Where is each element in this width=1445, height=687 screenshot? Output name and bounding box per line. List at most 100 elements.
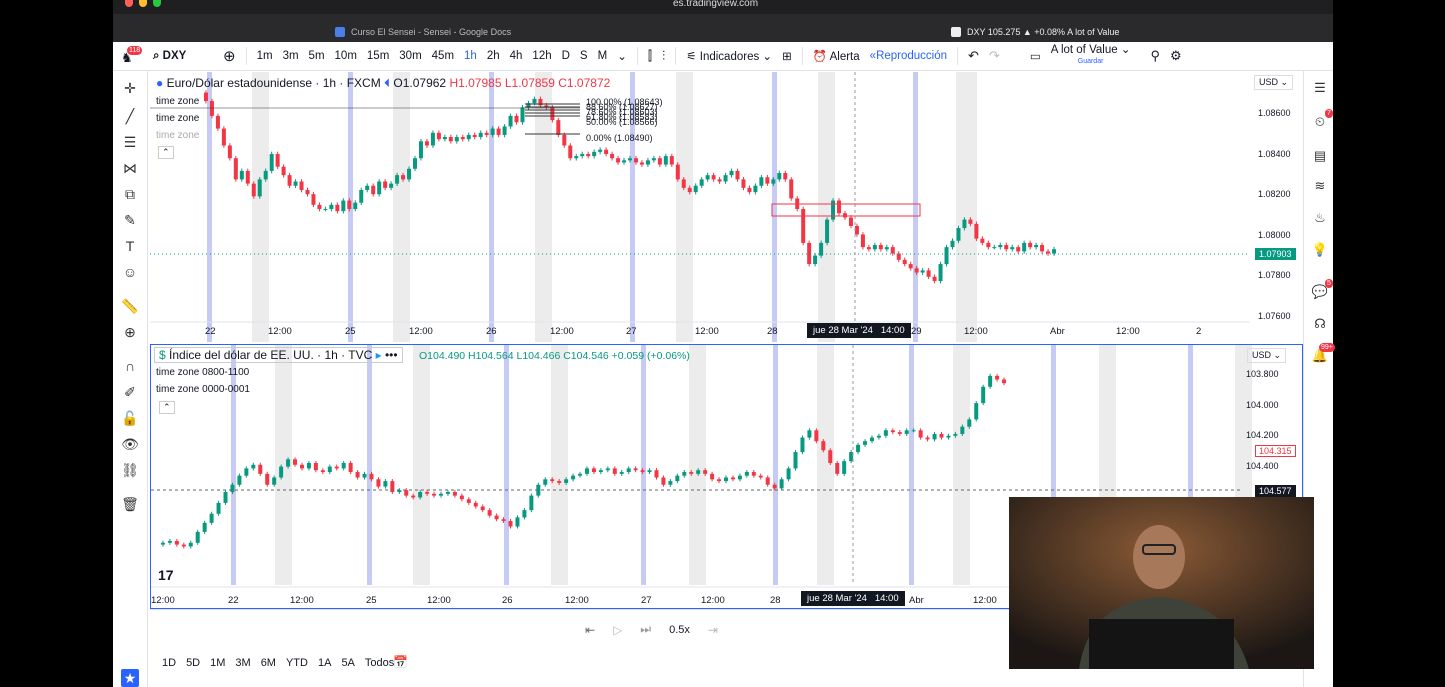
indicators-button[interactable]: ⚟ Indicadores ⌄ [681,49,777,63]
jump-start-icon[interactable]: ⇤ [585,623,595,637]
interval-M[interactable]: M [593,50,613,62]
emoji-icon[interactable]: ☺ [121,263,139,281]
candle-body [1002,379,1007,384]
interval-2h[interactable]: 2h [482,50,505,62]
step-forward-icon[interactable]: ⏭ [640,622,651,637]
alert-button[interactable]: ⏰ Alerta [808,49,865,63]
templates-icon[interactable]: ⊞ [777,49,797,63]
currency-select[interactable]: USD ⌄ [1254,75,1294,90]
quick-search-icon[interactable]: ⚲ [1145,48,1165,64]
play-icon[interactable]: ▷ [613,623,622,637]
trend-line-icon[interactable]: ╱ [121,107,139,125]
symbol-label: DXY [162,49,187,62]
bar-type-icon[interactable]: ⫶ [657,48,670,64]
collapse-icon[interactable]: ⌃ [159,401,175,414]
interval-5m[interactable]: 5m [304,50,330,62]
redo-icon[interactable]: ↷ [984,48,1005,64]
interval-3m[interactable]: 3m [278,50,304,62]
pane1-title[interactable]: Euro/Dólar estadounidense · 1h · FXCM [167,76,381,90]
layout-name-button[interactable]: A lot of Value ⌄ Guardar [1046,44,1136,67]
interval-15m[interactable]: 15m [362,50,394,62]
magnet-icon[interactable]: ∩ [121,357,139,375]
eurusd-chart[interactable] [150,72,1303,342]
interval-1m[interactable]: 1m [252,50,278,62]
candle-body [981,386,986,404]
minimize-window-icon[interactable] [139,0,147,7]
interval-D[interactable]: D [557,50,575,62]
zoom-window-icon[interactable] [153,0,161,7]
candle-body [744,472,749,476]
interval-4h[interactable]: 4h [505,50,528,62]
fib-icon[interactable]: ☰ [121,133,139,151]
trash-icon[interactable]: 🗑 [121,495,139,513]
pattern-icon[interactable]: ⋈ [121,159,139,177]
more-icon[interactable]: ••• [385,348,398,362]
layers-icon[interactable]: ≋ [1311,177,1329,195]
tab-google-docs[interactable]: Curso El Sensei - Sensei - Google Docs [335,22,511,42]
candle-body [724,477,728,482]
avatar[interactable]: ♞ 118 [113,46,148,66]
pane2-legend[interactable]: $ Índice del dólar de EE. UU. · 1h · TVC… [154,347,403,363]
time-tick: 29 [911,326,922,337]
interval-10m[interactable]: 10m [330,50,362,62]
play-icon[interactable]: ⏴ [384,76,393,90]
timeframe-1D[interactable]: 1D [162,657,176,669]
candle-body [1052,249,1057,254]
ruler-icon[interactable]: 📏 [121,297,139,315]
time-tick: 25 [366,595,377,606]
add-symbol-button[interactable]: ⊕ [218,47,241,65]
hotlist-fire-icon[interactable]: ♨ [1311,209,1329,227]
timeframe-6M[interactable]: 6M [261,657,276,669]
lock-drawing-icon[interactable]: ✐ [121,383,139,401]
settings-icon[interactable]: ⚙ [1165,48,1187,64]
interval-12h[interactable]: 12h [527,50,556,62]
timeframe-1M[interactable]: 1M [210,657,225,669]
zoom-in-icon[interactable]: ⊕ [121,323,139,341]
interval-dropdown-icon[interactable]: ⌄ [612,49,632,63]
undo-icon[interactable]: ↶ [963,48,984,64]
tab-tradingview[interactable]: DXY 105.275 ▲ +0.08% A lot of Value [951,22,1119,42]
watchlist-icon[interactable]: ☰ [1311,79,1329,97]
interval-1h[interactable]: 1h [459,50,482,62]
symbol-search[interactable]: ⌕ DXY [148,50,218,63]
timeframe-1A[interactable]: 1A [318,657,331,669]
eye-icon[interactable]: 👁 [121,435,139,453]
url-text[interactable]: es.tradingview.com [673,0,923,12]
star-icon[interactable]: ★ [121,669,139,687]
divider [245,47,247,65]
layout-name: A lot of Value [1050,44,1118,56]
brush-icon[interactable]: ✎ [121,211,139,229]
timeframe-5D[interactable]: 5D [186,657,200,669]
ideas-bulb-icon[interactable]: 💡 [1311,241,1329,259]
replay-speed[interactable]: 0.5x [669,624,690,636]
text-icon[interactable]: T [121,237,139,255]
close-window-icon[interactable] [125,0,133,7]
interval-S[interactable]: S [575,50,593,62]
chart-pane-eurusd[interactable]: ● Euro/Dólar estadounidense · 1h · FXCM … [150,72,1303,342]
interval-30m[interactable]: 30m [394,50,426,62]
timeframe-5A[interactable]: 5A [341,657,354,669]
link-icon[interactable]: ⛓ [121,461,139,479]
jump-end-icon[interactable]: ⇥ [708,623,718,637]
session-zone-blue [773,345,778,585]
price-tick: 1.08200 [1258,189,1291,199]
timeframe-Todos[interactable]: Todos [365,657,394,669]
candle-body [496,128,501,135]
currency-select[interactable]: USD ⌄ [1247,348,1287,363]
collapse-icon[interactable]: ⌃ [158,146,174,159]
interval-45m[interactable]: 45m [427,50,459,62]
headset-icon[interactable]: ☊ [1311,315,1329,333]
lock-icon[interactable]: 🔓 [121,409,139,427]
calendar-icon[interactable]: 📅 [393,655,408,669]
data-window-icon[interactable]: ▤ [1311,147,1329,165]
candle-body [369,473,374,480]
timeframe-3M[interactable]: 3M [235,657,250,669]
candle-body [501,519,506,522]
candle-type-icon[interactable]: ⫿ [643,48,657,64]
forecast-icon[interactable]: ⧉ [121,185,139,203]
replay-button[interactable]: «Reproducción [865,50,952,62]
layout-icon[interactable]: ▭ [1025,49,1046,63]
crosshair-icon[interactable]: ✛ [121,79,139,97]
candle-body [432,493,437,496]
timeframe-YTD[interactable]: YTD [286,657,308,669]
